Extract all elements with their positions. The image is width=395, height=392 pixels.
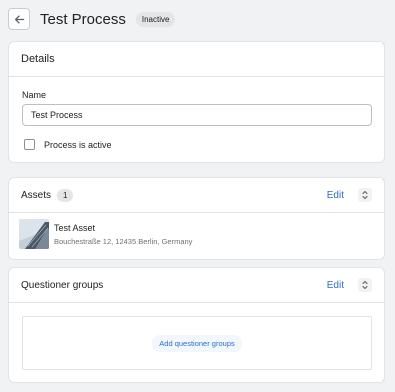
assets-card-header: Assets 1 Edit <box>9 178 384 213</box>
questioner-groups-edit-link[interactable]: Edit <box>327 280 344 291</box>
add-questioner-groups-button[interactable]: Add questioner groups <box>152 334 242 352</box>
assets-card: Assets 1 Edit Test Asset Bouchestraße 12… <box>8 177 385 260</box>
asset-address: Bouchestraße 12, 12435 Berlin, Germany <box>54 236 193 246</box>
process-active-label[interactable]: Process is active <box>44 140 112 150</box>
asset-thumbnail <box>19 219 49 249</box>
asset-info: Test Asset Bouchestraße 12, 12435 Berlin… <box>54 223 192 246</box>
chevron-up-down-icon <box>362 190 368 200</box>
questioner-groups-card-header: Questioner groups Edit <box>9 268 384 303</box>
assets-count-badge: 1 <box>57 188 74 202</box>
asset-name: Test Asset <box>54 222 96 233</box>
process-active-checkbox-row[interactable]: Process is active <box>24 139 112 150</box>
name-input[interactable] <box>22 104 372 126</box>
assets-edit-link[interactable]: Edit <box>327 190 344 201</box>
questioner-groups-card: Questioner groups Edit Add questioner gr… <box>8 267 385 383</box>
assets-collapse-button[interactable] <box>358 188 372 202</box>
arrow-left-icon <box>14 14 24 24</box>
questioner-groups-collapse-button[interactable] <box>358 278 372 292</box>
name-label: Name <box>22 90 47 100</box>
assets-title: Assets <box>21 189 52 201</box>
status-badge: Inactive <box>135 11 176 27</box>
questioner-groups-title: Questioner groups <box>21 279 104 291</box>
page-header: Test Process Inactive <box>8 8 388 30</box>
page-title: Test Process <box>40 10 126 28</box>
asset-list-item[interactable]: Test Asset Bouchestraße 12, 12435 Berlin… <box>19 219 192 249</box>
details-card: Details Name Process is active <box>8 41 385 163</box>
details-card-header: Details <box>9 42 384 77</box>
questioner-groups-empty-state: Add questioner groups <box>22 316 372 370</box>
details-title: Details <box>21 53 55 65</box>
back-button[interactable] <box>8 8 30 30</box>
process-active-checkbox[interactable] <box>24 139 35 150</box>
chevron-up-down-icon <box>362 280 368 290</box>
